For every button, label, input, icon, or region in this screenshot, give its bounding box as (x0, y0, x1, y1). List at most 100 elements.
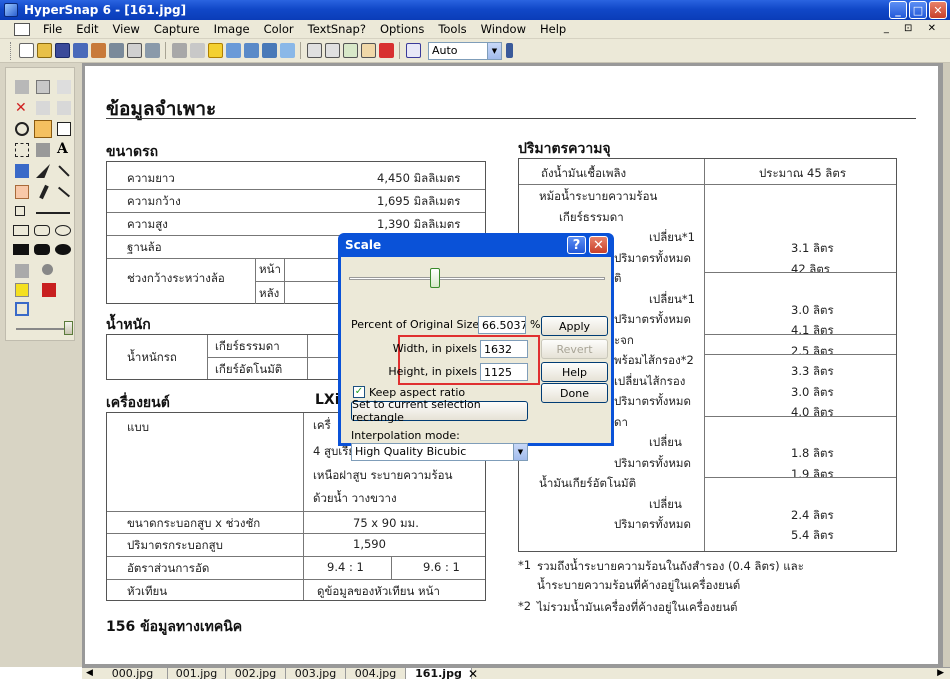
tab-000[interactable]: 000.jpg (98, 668, 168, 679)
edit-image-icon[interactable] (360, 43, 376, 58)
tab-close-icon[interactable]: ✕ (468, 667, 478, 679)
rounded-rect-outline-icon[interactable] (34, 225, 50, 236)
maximize-button[interactable]: □ (909, 1, 927, 19)
capture-area-icon[interactable] (15, 302, 29, 316)
stamp-icon[interactable] (15, 164, 29, 178)
scale-slider-thumb[interactable] (430, 268, 440, 288)
book-icon[interactable] (126, 43, 142, 58)
toolbar-grip[interactable] (10, 41, 13, 60)
ellipse-outline-icon[interactable] (55, 225, 71, 236)
new-file-icon[interactable] (18, 43, 34, 58)
height-input[interactable] (480, 363, 528, 381)
tab-002[interactable]: 002.jpg (226, 668, 286, 679)
rectangle-select-icon[interactable] (15, 143, 29, 157)
dialog-close-icon[interactable]: ✕ (589, 236, 608, 254)
close-button[interactable]: ✕ (929, 1, 947, 19)
hypersnap-app-icon[interactable] (4, 3, 18, 17)
menu-capture[interactable]: Capture (147, 22, 207, 36)
rounded-rect-filled-icon[interactable] (34, 244, 50, 255)
menu-view[interactable]: View (106, 22, 147, 36)
eraser-icon[interactable] (15, 185, 29, 199)
pencil-icon[interactable] (39, 184, 49, 200)
line-tool-icon[interactable] (58, 165, 70, 177)
save-all-icon[interactable] (72, 43, 88, 58)
zoom-select[interactable]: Auto ▼ (428, 41, 502, 60)
rect-outline-small-icon[interactable] (15, 206, 25, 216)
arrow-tool-icon[interactable] (36, 164, 50, 178)
tab-001[interactable]: 001.jpg (168, 668, 226, 679)
zoom-icon[interactable] (15, 122, 29, 136)
color-dot-icon[interactable] (42, 264, 53, 275)
freehand-line-icon[interactable] (57, 186, 71, 198)
tab-161-active[interactable]: 161.jpg (406, 668, 472, 679)
chevron-down-icon[interactable]: ▼ (513, 444, 527, 460)
menu-edit[interactable]: Edit (69, 22, 105, 36)
tab-004[interactable]: 004.jpg (346, 668, 406, 679)
line-color-icon[interactable] (42, 283, 56, 297)
save-icon[interactable] (54, 43, 70, 58)
zoom-tool-icon[interactable] (189, 43, 205, 58)
redo-icon[interactable] (57, 101, 71, 115)
capture-window-icon[interactable] (225, 43, 241, 58)
delete-icon[interactable]: ✕ (15, 101, 29, 115)
mdi-window-controls[interactable]: _ ⊡ ✕ (884, 23, 942, 34)
print-icon[interactable] (90, 43, 106, 58)
highlighter-icon[interactable] (15, 283, 29, 297)
crop-icon[interactable] (342, 43, 358, 58)
document-icon[interactable] (14, 22, 30, 36)
flag-icon[interactable] (378, 43, 394, 58)
export-icon[interactable] (144, 43, 160, 58)
dialog-titlebar[interactable]: Scale ? ✕ (341, 233, 611, 257)
width-input[interactable] (480, 340, 528, 358)
print-preview-icon[interactable] (108, 43, 124, 58)
scale-icon[interactable] (207, 43, 223, 58)
copy-icon[interactable] (36, 80, 50, 94)
keep-aspect-checkbox[interactable]: ✓ (353, 386, 365, 398)
tab-003[interactable]: 003.jpg (286, 668, 346, 679)
help-pointer-icon[interactable] (405, 43, 421, 58)
help-button[interactable]: Help (541, 362, 608, 382)
scale-slider-track[interactable] (349, 277, 605, 280)
chevron-down-icon[interactable]: ▼ (487, 42, 501, 59)
rectangle-outline-icon[interactable] (13, 225, 29, 236)
opacity-slider-track[interactable] (16, 328, 68, 330)
menu-tools[interactable]: Tools (431, 22, 473, 36)
copy-icon[interactable] (171, 43, 187, 58)
crop-region-icon[interactable] (57, 122, 71, 136)
rotate-left-icon[interactable] (306, 43, 322, 58)
menu-help[interactable]: Help (533, 22, 573, 36)
fill-icon[interactable] (36, 143, 50, 157)
opacity-slider-thumb[interactable] (64, 321, 73, 335)
menu-window[interactable]: Window (474, 22, 533, 36)
toolbar-overflow-icon[interactable] (506, 43, 513, 58)
menu-file[interactable]: File (36, 22, 69, 36)
tab-scroll-left-icon[interactable]: ◀ (86, 668, 93, 678)
revert-button[interactable]: Revert (541, 339, 608, 359)
help-icon[interactable]: ? (567, 236, 586, 254)
capture-scroll-icon[interactable] (279, 43, 295, 58)
text-tool-icon[interactable]: A (57, 141, 71, 157)
line-width-icon[interactable] (36, 212, 70, 214)
capture-region-icon[interactable] (243, 43, 259, 58)
set-to-selection-button[interactable]: Set to current selection rectangle (351, 398, 528, 424)
color-picker-icon[interactable] (15, 264, 29, 278)
percent-input[interactable] (478, 316, 526, 334)
cut-icon[interactable] (15, 80, 29, 94)
paste-icon[interactable] (57, 80, 71, 94)
menu-textsnap[interactable]: TextSnap? (301, 22, 373, 36)
interpolation-select[interactable]: High Quality Bicubic ▼ (351, 443, 528, 461)
menu-image[interactable]: Image (207, 22, 257, 36)
apply-button[interactable]: Apply (541, 316, 608, 336)
undo-icon[interactable] (36, 101, 50, 115)
done-button[interactable]: Done (541, 383, 608, 403)
rotate-right-icon[interactable] (324, 43, 340, 58)
ellipse-filled-icon[interactable] (55, 244, 71, 255)
open-folder-icon[interactable] (36, 43, 52, 58)
capture-full-icon[interactable] (261, 43, 277, 58)
minimize-button[interactable]: _ (889, 1, 907, 19)
rectangle-filled-icon[interactable] (13, 244, 29, 255)
select-arrow-icon[interactable] (34, 120, 52, 138)
tab-scroll-right-icon[interactable]: ▶ (937, 668, 944, 678)
vertical-scrollbar[interactable] (943, 63, 950, 667)
menu-options[interactable]: Options (373, 22, 431, 36)
